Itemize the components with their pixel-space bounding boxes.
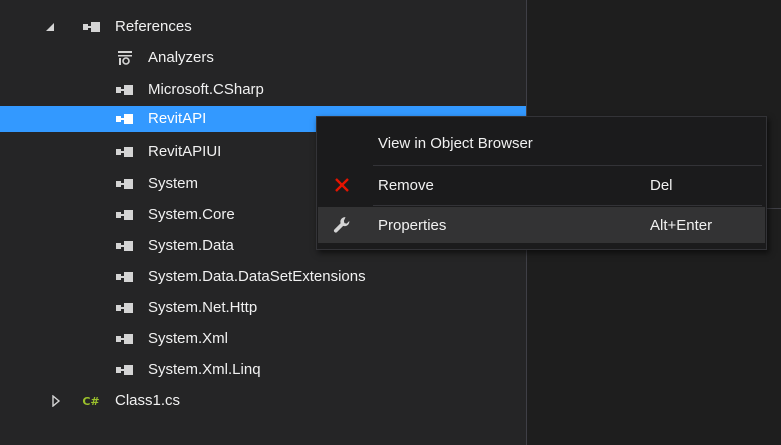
menu-item-label: Remove [378,176,434,194]
reference-icon [114,106,136,132]
reference-icon [114,357,136,383]
tree-node-reference[interactable]: System.Xml.Linq [0,357,526,383]
tree-node-label: Microsoft.CSharp [148,81,264,98]
reference-icon [114,326,136,352]
tree-node-analyzers[interactable]: Analyzers [0,45,526,71]
reference-icon [114,233,136,259]
context-menu: View in Object Browser Remove Del Proper… [316,116,767,250]
menu-item-label: View in Object Browser [378,134,533,152]
tree-node-label: System [148,175,199,192]
menu-item-remove[interactable]: Remove Del [318,167,765,203]
menu-separator [373,165,762,166]
tree-node-label: System.Net.Http [148,299,258,316]
tree-node-label: RevitAPIUI [148,143,222,160]
analyzer-icon [114,45,136,71]
menu-item-view-in-object-browser[interactable]: View in Object Browser [318,125,765,161]
menu-item-shortcut: Alt+Enter [650,216,713,234]
reference-icon [114,264,136,290]
tree-node-reference[interactable]: Microsoft.CSharp [0,77,526,103]
tree-node-label: System.Xml [148,330,229,347]
reference-icon [81,14,103,40]
collapsed-triangle-icon[interactable] [50,388,62,414]
expanded-triangle-icon[interactable] [44,14,56,40]
tree-node-label: System.Data.DataSetExtensions [148,268,366,285]
reference-icon [114,139,136,165]
menu-item-shortcut: Del [650,176,673,194]
reference-icon [114,202,136,228]
menu-item-label: Properties [378,216,447,234]
tree-node-label: System.Data [148,237,234,254]
menu-separator [373,205,762,206]
tree-node-references[interactable]: References [0,14,526,40]
tree-node-label: System.Xml.Linq [148,361,261,378]
menu-item-properties[interactable]: Properties Alt+Enter [318,207,765,243]
panel-divider [767,208,781,209]
csharp-file-icon: C# [82,394,100,408]
wrench-icon [330,213,354,237]
reference-icon [114,171,136,197]
tree-node-reference[interactable]: System.Xml [0,326,526,352]
tree-node-reference[interactable]: System.Data.DataSetExtensions [0,264,526,290]
tree-node-class1-cs[interactable]: C# Class1.cs [0,388,526,414]
tree-node-label: References [115,18,192,35]
remove-x-icon [330,173,354,197]
reference-icon [114,77,136,103]
tree-node-label: System.Core [148,206,235,223]
tree-node-label: Class1.cs [115,392,181,409]
tree-node-reference[interactable]: System.Net.Http [0,295,526,321]
tree-node-label: RevitAPI [148,110,207,127]
reference-icon [114,295,136,321]
tree-node-label: Analyzers [148,49,214,66]
